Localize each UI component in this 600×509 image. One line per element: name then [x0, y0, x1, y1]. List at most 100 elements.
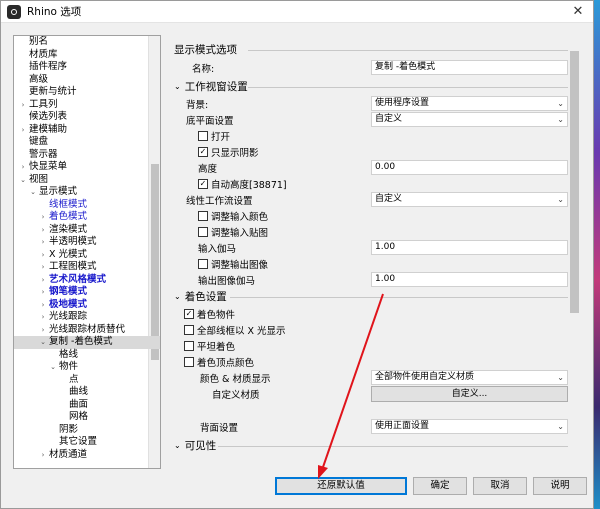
tree-item[interactable]: › 半透明模式: [14, 236, 160, 249]
tree-item[interactable]: 候选列表: [14, 111, 160, 124]
tree-item[interactable]: › 极地模式: [14, 299, 160, 312]
chevron-right-icon[interactable]: ›: [39, 286, 47, 299]
tree-item[interactable]: ⌄ 视图: [14, 174, 160, 187]
tree-item[interactable]: 插件程序: [14, 61, 160, 74]
tree-item[interactable]: › 材质通道: [14, 449, 160, 462]
shadow-only-checkbox-row[interactable]: ✓ 只显示阴影: [198, 144, 259, 160]
adjust-output-checkbox[interactable]: [198, 259, 208, 269]
shadow-only-checkbox[interactable]: ✓: [198, 147, 208, 157]
ground-plane-combo[interactable]: 自定义 ⌄: [371, 112, 568, 127]
tree-item[interactable]: 网格: [14, 411, 160, 424]
chevron-right-icon[interactable]: ›: [19, 124, 27, 137]
tree-item[interactable]: 更新与统计: [14, 86, 160, 99]
open-checkbox-row[interactable]: 打开: [198, 128, 230, 144]
tree-item[interactable]: › 建模辅助: [14, 124, 160, 137]
tree-item-label: 物件: [59, 361, 79, 372]
background-combo[interactable]: 使用程序设置 ⌄: [371, 96, 568, 111]
tree-item[interactable]: 曲线: [14, 386, 160, 399]
tree-item[interactable]: › X 光模式: [14, 249, 160, 262]
gamma-out-input[interactable]: 1.00: [371, 272, 568, 287]
adjust-color-checkbox[interactable]: [198, 211, 208, 221]
adjust-output-row[interactable]: 调整输出图像: [198, 256, 268, 272]
tree-item[interactable]: › 工程图模式: [14, 261, 160, 274]
section-viewport-settings: ⌄ 工作视窗设置: [174, 78, 248, 94]
tree-item-label: 材质库: [29, 48, 58, 60]
vertex-color-row[interactable]: 着色顶点颜色: [184, 354, 254, 370]
tree-item[interactable]: › 光线跟踪材质替代: [14, 324, 160, 337]
tree-item[interactable]: ⌄ 物件: [14, 361, 160, 374]
section-title: 显示模式选项: [174, 43, 237, 56]
tree-item[interactable]: › 光线跟踪: [14, 311, 160, 324]
chevron-right-icon[interactable]: ›: [19, 99, 27, 112]
tree-item[interactable]: 警示器: [14, 149, 160, 162]
restore-defaults-button[interactable]: 还原默认值: [275, 477, 407, 495]
height-input[interactable]: 0.00: [371, 160, 568, 175]
cancel-button[interactable]: 取消: [473, 477, 527, 495]
chevron-right-icon[interactable]: ›: [39, 299, 47, 312]
flat-shading-row[interactable]: 平坦着色: [184, 338, 235, 354]
chevron-right-icon[interactable]: ›: [39, 261, 47, 274]
tree-item[interactable]: 阴影: [14, 424, 160, 437]
tree-item[interactable]: › 艺术风格模式: [14, 274, 160, 287]
flat-shading-checkbox[interactable]: [184, 341, 194, 351]
settings-scrollbar[interactable]: [568, 41, 581, 461]
tree-item[interactable]: 材质库: [14, 49, 160, 62]
adjust-map-checkbox[interactable]: [198, 227, 208, 237]
auto-height-checkbox[interactable]: ✓: [198, 179, 208, 189]
tree-item[interactable]: 格线: [14, 349, 160, 362]
section-title: 着色设置: [184, 290, 227, 303]
tree-item[interactable]: › 工具列: [14, 99, 160, 112]
chevron-down-icon[interactable]: ⌄: [29, 186, 37, 199]
chevron-right-icon[interactable]: ›: [19, 161, 27, 174]
chevron-right-icon[interactable]: ›: [39, 274, 47, 287]
tree-item[interactable]: 其它设置: [14, 436, 160, 449]
chevron-right-icon[interactable]: ›: [39, 324, 47, 337]
vertex-color-checkbox[interactable]: [184, 357, 194, 367]
shade-objects-checkbox[interactable]: ✓: [184, 309, 194, 319]
all-xray-checkbox[interactable]: [184, 325, 194, 335]
tree-item[interactable]: 曲面: [14, 399, 160, 412]
chevron-down-icon[interactable]: ⌄: [39, 336, 47, 349]
help-button[interactable]: 说明: [533, 477, 587, 495]
divider: [218, 446, 568, 447]
adjust-color-row[interactable]: 调整输入颜色: [198, 208, 268, 224]
chevron-right-icon[interactable]: ›: [39, 249, 47, 262]
tree-item[interactable]: ⌄ 复制 -着色模式: [14, 336, 160, 349]
collapse-icon[interactable]: ⌄: [174, 82, 181, 91]
chevron-right-icon[interactable]: ›: [39, 224, 47, 237]
linear-workflow-value: 自定义: [375, 194, 403, 204]
tree-item[interactable]: 键盘: [14, 136, 160, 149]
all-xray-row[interactable]: 全部线框以 X 光显示: [184, 322, 286, 338]
adjust-map-row[interactable]: 调整输入贴图: [198, 224, 268, 240]
chevron-down-icon[interactable]: ⌄: [49, 361, 57, 374]
custom-material-button[interactable]: 自定义...: [371, 386, 568, 402]
chevron-right-icon[interactable]: ›: [39, 236, 47, 249]
gamma-in-input[interactable]: 1.00: [371, 240, 568, 255]
ok-button[interactable]: 确定: [413, 477, 467, 495]
auto-height-checkbox-row[interactable]: ✓ 自动高度[38871]: [198, 176, 287, 192]
tree-item[interactable]: 高级: [14, 74, 160, 87]
tree-item[interactable]: 点: [14, 374, 160, 387]
tree-item[interactable]: › 快显菜单: [14, 161, 160, 174]
tree-item[interactable]: 线框模式: [14, 199, 160, 212]
settings-scroll-thumb[interactable]: [570, 51, 579, 313]
chevron-right-icon[interactable]: ›: [39, 449, 47, 462]
expand-icon[interactable]: ⌄: [174, 441, 181, 450]
close-button[interactable]: ✕: [563, 1, 593, 23]
shade-objects-row[interactable]: ✓ 着色物件: [184, 306, 235, 322]
tree-item[interactable]: 别名: [14, 36, 160, 49]
collapse-icon[interactable]: ⌄: [174, 292, 181, 301]
chevron-right-icon[interactable]: ›: [39, 311, 47, 324]
linear-workflow-combo[interactable]: 自定义 ⌄: [371, 192, 568, 207]
tree-item[interactable]: › 着色模式: [14, 211, 160, 224]
name-input[interactable]: 复制 -着色模式: [371, 60, 568, 75]
open-checkbox[interactable]: [198, 131, 208, 141]
tree-item[interactable]: › 渲染模式: [14, 224, 160, 237]
chevron-right-icon[interactable]: ›: [39, 211, 47, 224]
options-tree: 别名 材质库 插件程序 高级 更新与统计 › 工具列 候选列表 › 建模辅助 键盘 警示器 › 快显菜单 ⌄…: [13, 35, 161, 469]
chevron-down-icon[interactable]: ⌄: [19, 174, 27, 187]
backface-combo[interactable]: 使用正面设置 ⌄: [371, 419, 568, 434]
tree-item[interactable]: › 钢笔模式: [14, 286, 160, 299]
color-material-combo[interactable]: 全部物件使用自定义材质 ⌄: [371, 370, 568, 385]
tree-item[interactable]: ⌄ 显示模式: [14, 186, 160, 199]
